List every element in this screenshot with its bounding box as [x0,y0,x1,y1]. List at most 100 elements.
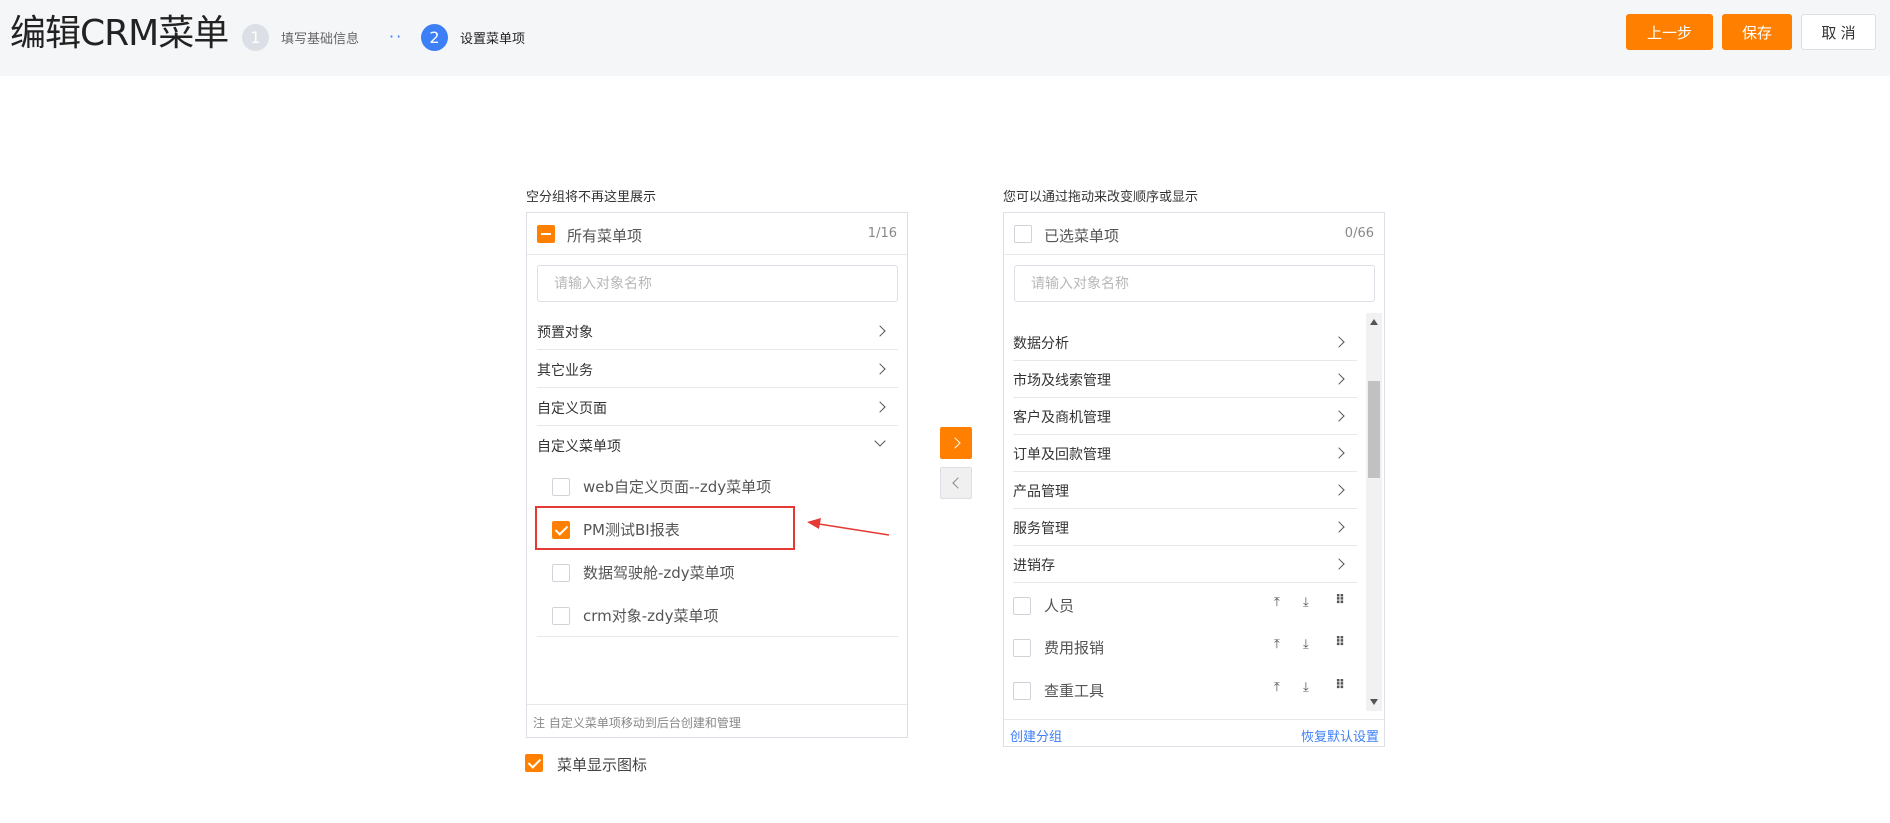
page-title: 编辑CRM菜单 [10,13,229,54]
step-2: 2 设置菜单项 [421,23,525,51]
list-item[interactable]: web自定义页面--zdy菜单项 [537,466,898,506]
list-item[interactable]: 人员 ⤒ ⤓ ⠿ [1013,585,1357,625]
group-custom-menu-items[interactable]: 自定义菜单项 [537,427,898,464]
prev-step-button[interactable]: 上一步 [1626,14,1713,50]
move-right-button[interactable] [940,427,972,459]
right-panel-header: 已选菜单项 0/66 [1004,213,1384,255]
left-panel-header: 所有菜单项 1/16 [527,213,907,255]
restore-default-link[interactable]: 恢复默认设置 [1301,726,1379,745]
save-button[interactable]: 保存 [1722,14,1792,50]
group-label: 市场及线索管理 [1013,373,1111,389]
cancel-button[interactable]: 取 消 [1801,14,1876,50]
group-inventory[interactable]: 进销存 [1013,546,1357,583]
group-label: 产品管理 [1013,484,1069,500]
create-group-link[interactable]: 创建分组 [1010,726,1062,745]
scroll-thumb[interactable] [1368,381,1380,478]
group-label: 自定义菜单项 [537,439,621,455]
show-menu-icon-label: 菜单显示图标 [557,756,648,774]
group-label: 订单及回款管理 [1013,447,1111,463]
chevron-right-icon [1333,558,1345,570]
chevron-right-icon [948,437,961,449]
item-checkbox[interactable] [552,478,570,496]
chevron-right-icon [1333,521,1345,533]
item-checkbox[interactable] [1013,682,1031,700]
group-label: 其它业务 [537,363,593,379]
step-2-label: 设置菜单项 [460,31,526,47]
chevron-right-icon [1333,373,1345,385]
custom-menu-note: 注 自定义菜单项移动到后台创建和管理 [527,704,907,737]
right-panel-caption: 您可以通过拖动来改变顺序或显示 [1003,190,1199,205]
group-product-management[interactable]: 产品管理 [1013,472,1357,509]
chevron-right-icon [1333,484,1345,496]
group-other-business[interactable]: 其它业务 [537,351,898,388]
chevron-right-icon [874,401,886,413]
move-to-top-icon[interactable]: ⤒ [1274,595,1280,610]
scrollbar[interactable] [1366,313,1382,711]
list-item[interactable]: 查重工具 ⤒ ⤓ ⠿ [1013,670,1357,710]
group-data-analysis[interactable]: 数据分析 [1013,324,1357,361]
left-panel-title: 所有菜单项 [567,227,643,245]
item-label: 人员 [1044,597,1075,615]
all-menu-items-panel: 所有菜单项 1/16 预置对象 其它业务 自定义页面 自定义菜单项 web自定义… [526,212,908,738]
item-checkbox[interactable] [552,564,570,582]
drag-handle-icon[interactable]: ⠿ [1335,593,1345,608]
show-menu-icon-checkbox[interactable] [525,754,543,772]
page-header: 编辑CRM菜单 1 填写基础信息 ·· 2 设置菜单项 上一步 保存 取 消 [0,0,1890,76]
group-label: 服务管理 [1013,521,1069,537]
chevron-right-icon [1333,447,1345,459]
select-all-checkbox[interactable] [1014,225,1032,243]
right-panel-count: 0/66 [1344,226,1374,241]
item-checkbox[interactable] [552,607,570,625]
right-panel-title: 已选菜单项 [1044,227,1120,245]
right-panel-footer: 创建分组 恢复默认设置 [1004,719,1384,746]
group-marketing-leads[interactable]: 市场及线索管理 [1013,361,1357,398]
chevron-left-icon [952,477,964,489]
item-label: 查重工具 [1044,682,1105,700]
chevron-right-icon [874,363,886,375]
group-orders-payments[interactable]: 订单及回款管理 [1013,435,1357,472]
drag-handle-icon[interactable]: ⠿ [1335,678,1345,693]
step-separator: ·· [389,27,404,46]
chevron-right-icon [1333,336,1345,348]
group-customers-opportunities[interactable]: 客户及商机管理 [1013,398,1357,435]
group-preset-objects[interactable]: 预置对象 [537,313,898,350]
item-checkbox[interactable] [1013,597,1031,615]
item-label: 费用报销 [1044,639,1105,657]
list-item[interactable]: 数据驾驶舱-zdy菜单项 [537,552,898,592]
item-checkbox[interactable] [1013,639,1031,657]
selected-menu-items-panel: 已选菜单项 0/66 数据分析 市场及线索管理 客户及商机管理 订单及回款管理 … [1003,212,1385,747]
move-to-bottom-icon[interactable]: ⤓ [1303,680,1309,695]
left-search-input[interactable] [537,265,898,302]
select-all-checkbox[interactable] [537,225,555,243]
chevron-right-icon [1333,410,1345,422]
group-label: 预置对象 [537,325,593,341]
annotation-arrow-icon [807,518,890,536]
chevron-right-icon [874,325,886,337]
move-left-button[interactable] [940,467,972,499]
step-2-number: 2 [421,23,448,51]
left-panel-count: 1/16 [867,226,897,241]
right-search-input[interactable] [1014,265,1375,302]
left-panel-caption: 空分组将不再这里展示 [526,190,657,205]
move-to-bottom-icon[interactable]: ⤓ [1303,595,1309,610]
group-service-management[interactable]: 服务管理 [1013,509,1357,546]
chevron-down-icon [874,435,886,447]
move-to-bottom-icon[interactable]: ⤓ [1303,637,1309,652]
group-label: 客户及商机管理 [1013,410,1111,426]
step-1-number: 1 [242,23,269,51]
move-to-top-icon[interactable]: ⤒ [1274,680,1280,695]
item-label: crm对象-zdy菜单项 [583,607,719,625]
group-custom-pages[interactable]: 自定义页面 [537,389,898,426]
step-1: 1 填写基础信息 [242,23,359,51]
list-item[interactable]: 费用报销 ⤒ ⤓ ⠿ [1013,627,1357,667]
step-1-label: 填写基础信息 [281,31,360,47]
list-item[interactable]: crm对象-zdy菜单项 [537,595,898,637]
item-label: 数据驾驶舱-zdy菜单项 [583,564,735,582]
scroll-down-icon[interactable] [1370,699,1378,705]
move-to-top-icon[interactable]: ⤒ [1274,637,1280,652]
scroll-up-icon[interactable] [1370,319,1378,325]
drag-handle-icon[interactable]: ⠿ [1335,635,1345,650]
group-label: 自定义页面 [537,401,607,417]
group-label: 数据分析 [1013,336,1069,352]
highlight-box [535,506,795,550]
